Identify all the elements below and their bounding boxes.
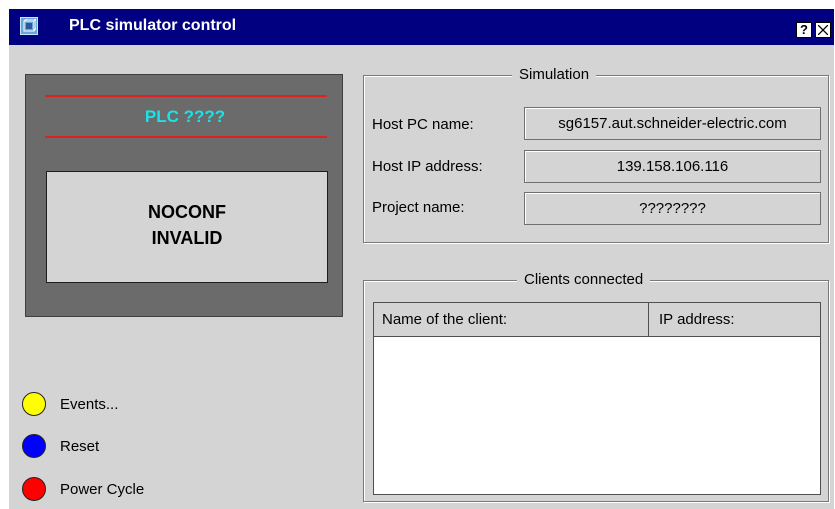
plc-state-line1: NOCONF <box>148 202 226 222</box>
simulation-group-title: Simulation <box>512 66 597 83</box>
plc-name: PLC ???? <box>144 107 226 126</box>
project-name-label: Project name: <box>372 199 465 216</box>
clients-table[interactable]: Name of the client: IP address: <box>373 302 821 495</box>
blue-led-icon[interactable] <box>22 434 46 458</box>
events-label[interactable]: Events... <box>60 396 118 413</box>
host-ip-address-label: Host IP address: <box>372 158 483 175</box>
app-icon <box>20 17 38 35</box>
window-title: PLC simulator control <box>69 17 237 34</box>
plc-simulator-window: PLC simulator control ? PLC ???? NOCONF … <box>7 7 834 509</box>
close-icon <box>818 25 828 35</box>
reset-label[interactable]: Reset <box>60 438 99 455</box>
clients-group-title: Clients connected <box>517 271 651 288</box>
red-led-icon[interactable] <box>22 477 46 501</box>
power-cycle-label[interactable]: Power Cycle <box>60 481 144 498</box>
separator-line <box>45 95 327 97</box>
clients-connected-group: Clients connected Name of the client: IP… <box>363 271 829 502</box>
project-name-value: ???????? <box>524 192 821 225</box>
plc-status-panel: PLC ???? NOCONF INVALID <box>25 74 343 317</box>
plc-state-display: NOCONF INVALID <box>46 171 328 283</box>
host-ip-address-value: 139.158.106.116 <box>524 150 821 183</box>
simulation-group: Simulation Host PC name: sg6157.aut.schn… <box>363 66 829 243</box>
help-button[interactable]: ? <box>796 22 812 38</box>
host-pc-name-value: sg6157.aut.schneider-electric.com <box>524 107 821 140</box>
column-header-ip-address[interactable]: IP address: <box>649 303 820 337</box>
close-button[interactable] <box>815 22 831 38</box>
title-bar[interactable]: PLC simulator control ? <box>9 9 834 45</box>
yellow-led-icon[interactable] <box>22 392 46 416</box>
separator-line <box>45 136 327 138</box>
column-header-client-name[interactable]: Name of the client: <box>374 303 649 337</box>
plc-state-line2: INVALID <box>151 228 223 248</box>
host-pc-name-label: Host PC name: <box>372 116 474 133</box>
